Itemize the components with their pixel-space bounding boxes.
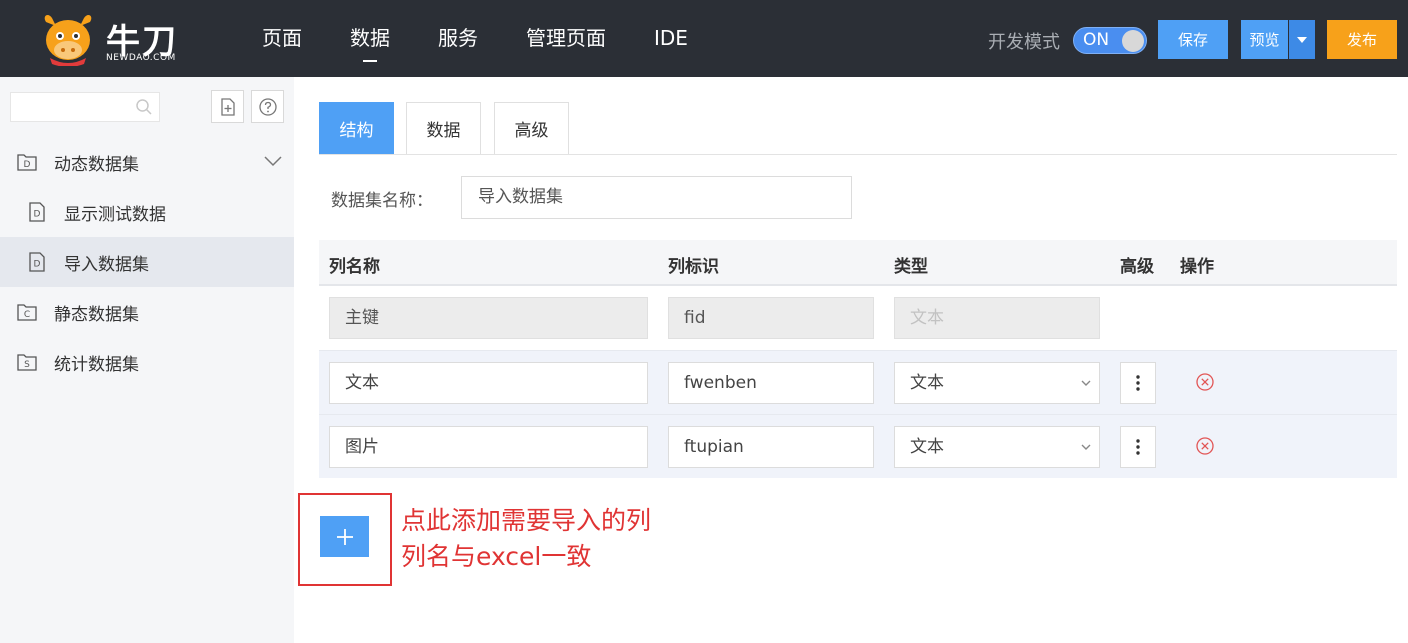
column-name-input[interactable]: 图片 — [329, 426, 648, 468]
table-row: 主键 fid 文本 — [319, 286, 1397, 350]
toggle-knob — [1122, 30, 1144, 52]
column-id-input[interactable]: fwenben — [668, 362, 874, 404]
svg-text:S: S — [24, 360, 30, 370]
nav-admin-pages[interactable]: 管理页面 — [526, 0, 606, 77]
svg-text:C: C — [24, 310, 30, 320]
top-bar: 牛刀 NEWDAO.COM 页面 数据 服务 管理页面 IDE 开发模式 ON … — [0, 0, 1408, 77]
tabs-divider — [319, 154, 1397, 155]
nav-pages[interactable]: 页面 — [262, 0, 302, 77]
table-row: 图片 ftupian 文本 — [319, 414, 1397, 478]
tree-item-show-test-data[interactable]: D 显示测试数据 — [0, 187, 294, 237]
preview-dropdown-button[interactable] — [1289, 20, 1315, 59]
column-id-input: fid — [668, 297, 874, 339]
search-icon — [136, 99, 152, 115]
logo[interactable]: 牛刀 NEWDAO.COM — [40, 10, 180, 68]
plus-icon — [336, 528, 353, 545]
chevron-down-icon[interactable] — [264, 155, 282, 167]
svg-text:D: D — [24, 160, 31, 170]
more-vertical-icon — [1136, 439, 1140, 455]
dev-mode-toggle[interactable]: ON — [1073, 27, 1147, 54]
nav-data[interactable]: 数据 — [350, 0, 390, 77]
add-dataset-button[interactable] — [211, 90, 244, 123]
delete-row-icon[interactable] — [1195, 436, 1215, 456]
dataset-name-label: 数据集名称： — [331, 191, 433, 211]
dataset-d-icon: D — [29, 252, 45, 272]
col-header-action: 操作 — [1180, 257, 1214, 277]
dataset-d-icon: D — [17, 154, 37, 171]
column-type-select[interactable]: 文本 — [894, 362, 1100, 404]
dataset-c-icon: C — [17, 304, 37, 321]
chevron-down-icon — [1081, 380, 1091, 386]
table-row: 文本 fwenben 文本 — [319, 350, 1397, 414]
sidebar-search-input[interactable] — [10, 92, 160, 122]
add-column-button[interactable] — [320, 516, 369, 557]
tab-data[interactable]: 数据 — [406, 102, 481, 155]
column-type-select: 文本 — [894, 297, 1100, 339]
tree-item-label: 显示测试数据 — [64, 204, 166, 225]
column-name-input: 主键 — [329, 297, 648, 339]
publish-button[interactable]: 发布 — [1327, 20, 1397, 59]
tree-item-label: 静态数据集 — [54, 304, 139, 325]
column-id-input[interactable]: ftupian — [668, 426, 874, 468]
tree-item-import-dataset[interactable]: D 导入数据集 — [0, 237, 294, 287]
main-nav: 页面 数据 服务 管理页面 IDE — [262, 0, 736, 77]
tree-item-label: 导入数据集 — [64, 254, 149, 275]
dataset-name-input[interactable]: 导入数据集 — [461, 176, 852, 219]
select-value: 文本 — [910, 373, 944, 393]
caret-down-icon — [1297, 36, 1307, 43]
dev-mode-label: 开发模式 — [988, 32, 1060, 53]
question-icon — [258, 97, 277, 116]
more-vertical-icon — [1136, 375, 1140, 391]
new-file-icon — [220, 97, 235, 116]
save-button[interactable]: 保存 — [1158, 20, 1228, 59]
chevron-down-icon — [1081, 444, 1091, 450]
annotation-text-line2: 列名与excel一致 — [401, 542, 592, 571]
tree-item-label: 动态数据集 — [54, 154, 139, 175]
advanced-settings-button[interactable] — [1120, 362, 1156, 404]
logo-subtext: NEWDAO.COM — [106, 53, 176, 63]
toggle-state-label: ON — [1083, 30, 1110, 50]
dataset-s-icon: S — [17, 354, 37, 371]
tree-item-dynamic-datasets[interactable]: D 动态数据集 — [0, 137, 294, 187]
sidebar: D 动态数据集 D 显示测试数据 D 导入数据集 C 静态数据集 S 统计数据集 — [0, 77, 294, 643]
help-button[interactable] — [251, 90, 284, 123]
col-header-id: 列标识 — [668, 257, 719, 277]
tree-item-static-datasets[interactable]: C 静态数据集 — [0, 287, 294, 337]
select-value: 文本 — [910, 437, 944, 457]
column-name-input[interactable]: 文本 — [329, 362, 648, 404]
column-type-select[interactable]: 文本 — [894, 426, 1100, 468]
svg-text:D: D — [34, 260, 41, 270]
col-header-type: 类型 — [894, 257, 928, 277]
preview-button[interactable]: 预览 — [1241, 20, 1288, 59]
table-header: 列名称 列标识 类型 高级 操作 — [319, 240, 1397, 286]
svg-text:D: D — [34, 210, 41, 220]
nav-services[interactable]: 服务 — [438, 0, 478, 77]
tree-item-label: 统计数据集 — [54, 354, 139, 375]
annotation-text-line1: 点此添加需要导入的列 — [401, 506, 652, 535]
bull-mascot-icon — [44, 15, 92, 66]
dataset-d-icon: D — [29, 202, 45, 222]
advanced-settings-button[interactable] — [1120, 426, 1156, 468]
col-header-name: 列名称 — [329, 257, 380, 277]
col-header-advanced: 高级 — [1120, 257, 1154, 277]
tab-advanced[interactable]: 高级 — [494, 102, 569, 155]
nav-ide[interactable]: IDE — [654, 0, 688, 77]
tab-structure[interactable]: 结构 — [319, 102, 394, 155]
delete-row-icon[interactable] — [1195, 372, 1215, 392]
tree-item-stat-datasets[interactable]: S 统计数据集 — [0, 337, 294, 387]
